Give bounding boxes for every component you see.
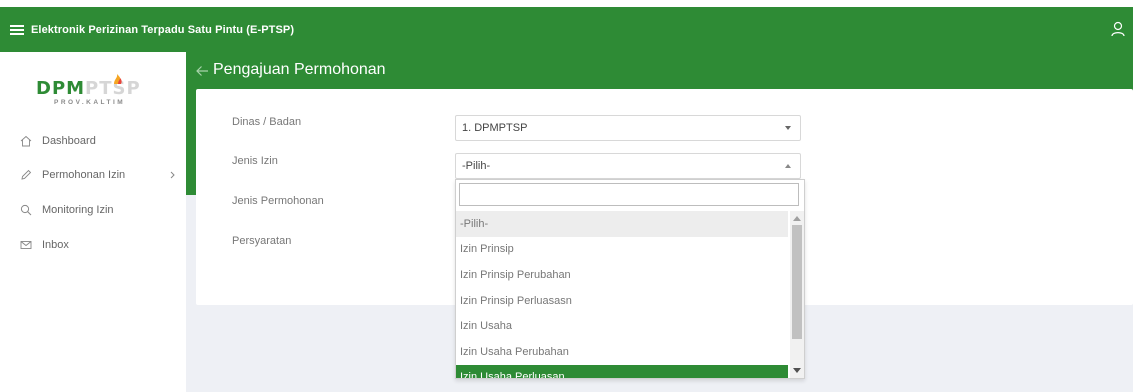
- back-arrow-icon[interactable]: [195, 64, 209, 78]
- sidebar-item-monitoring-izin[interactable]: Monitoring Izin: [0, 200, 186, 220]
- dropdown-option[interactable]: Izin Prinsip Perluasasn: [456, 288, 788, 314]
- scroll-down-icon[interactable]: [793, 368, 801, 374]
- dropdown-option[interactable]: Izin Usaha Perubahan: [456, 339, 788, 365]
- sidebar-item-permohonan-izin[interactable]: Permohonan Izin: [0, 165, 186, 185]
- sidebar-item-dashboard[interactable]: Dashboard: [0, 131, 186, 151]
- user-icon[interactable]: [1111, 21, 1125, 37]
- dropdown-option[interactable]: Izin Prinsip: [456, 237, 788, 263]
- dropdown-options: -Pilih- Izin Prinsip Izin Prinsip Peruba…: [456, 211, 788, 378]
- caret-up-icon: [785, 164, 791, 168]
- jenis-izin-label: Jenis Izin: [232, 155, 278, 167]
- top-bar: Elektronik Perizinan Terpadu Satu Pintu …: [0, 7, 1133, 52]
- app-title: Elektronik Perizinan Terpadu Satu Pintu …: [31, 23, 295, 36]
- dropdown-option[interactable]: Izin Usaha Perluasan: [456, 364, 788, 378]
- caret-down-icon: [785, 126, 791, 130]
- dinas-label: Dinas / Badan: [232, 116, 302, 128]
- jenis-izin-dropdown: -Pilih- Izin Prinsip Izin Prinsip Peruba…: [455, 179, 805, 379]
- jenis-izin-select-value: -Pilih-: [462, 160, 491, 172]
- logo-subtitle: PROV.KALTIM: [54, 99, 126, 106]
- mail-icon: [20, 241, 32, 249]
- home-icon: [20, 135, 32, 147]
- search-icon: [20, 204, 32, 216]
- logo-main-text: DPM: [36, 78, 86, 99]
- scroll-up-icon[interactable]: [793, 215, 801, 221]
- dropdown-option[interactable]: -Pilih-: [456, 211, 788, 237]
- jenis-izin-select[interactable]: -Pilih-: [455, 153, 801, 179]
- dropdown-search-input[interactable]: [459, 183, 799, 206]
- sidebar-item-label: Monitoring Izin: [42, 204, 114, 216]
- persyaratan-label: Persyaratan: [232, 235, 292, 247]
- sidebar-item-label: Permohonan Izin: [42, 169, 126, 181]
- sidebar-item-label: Dashboard: [42, 135, 96, 147]
- jenis-permohonan-label: Jenis Permohonan: [232, 195, 324, 207]
- dropdown-option[interactable]: Izin Usaha: [456, 313, 788, 339]
- logo: DPMPTSP PROV.KALTIM: [32, 74, 152, 114]
- sidebar-item-inbox[interactable]: Inbox: [0, 235, 186, 255]
- dropdown-scrollbar[interactable]: [790, 211, 804, 378]
- scroll-thumb[interactable]: [792, 225, 802, 339]
- page-title: Pengajuan Permohonan: [213, 61, 386, 78]
- menu-icon[interactable]: [10, 24, 24, 35]
- sidebar: DPMPTSP PROV.KALTIM Dashboard Permohonan…: [0, 52, 186, 392]
- flame-icon: [114, 74, 122, 84]
- dinas-select[interactable]: 1. DPMPTSP: [455, 115, 801, 141]
- sidebar-item-label: Inbox: [42, 239, 69, 251]
- pencil-icon: [21, 169, 32, 180]
- dinas-select-value: 1. DPMPTSP: [462, 122, 528, 134]
- chevron-right-icon: [170, 171, 175, 179]
- dropdown-option[interactable]: Izin Prinsip Perubahan: [456, 262, 788, 288]
